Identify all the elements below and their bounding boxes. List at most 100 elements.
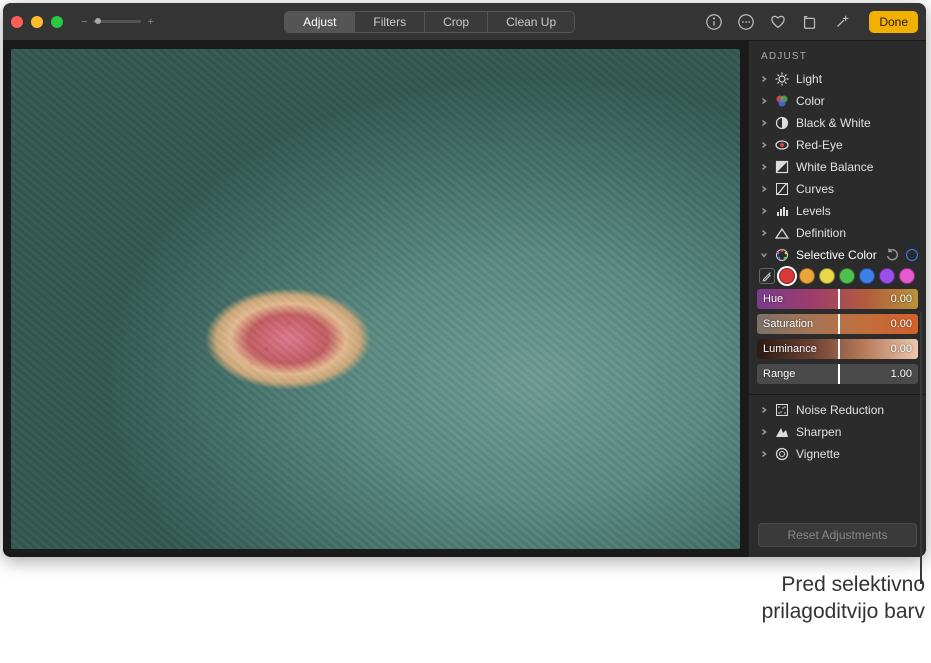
slider-value: 0.00 (891, 318, 912, 330)
adjust-sidebar: ADJUST Light Color Black & White (748, 41, 926, 557)
adj-light[interactable]: Light (749, 68, 926, 90)
range-slider[interactable]: Range 1.00 (757, 364, 918, 384)
zoom-in-icon[interactable]: + (147, 16, 153, 28)
favorite-icon[interactable] (769, 13, 787, 31)
app-window: − + Adjust Filters Crop Clean Up (3, 3, 926, 557)
redeye-icon (775, 138, 789, 152)
adj-black-white[interactable]: Black & White (749, 112, 926, 134)
chevron-right-icon (759, 163, 768, 171)
white-balance-icon (775, 160, 789, 174)
adj-label: Black & White (796, 116, 918, 130)
edit-mode-tabs: Adjust Filters Crop Clean Up (284, 11, 575, 33)
zoom-out-icon[interactable]: − (81, 16, 87, 28)
caption-line: Pred selektivno (762, 572, 925, 599)
swatch-green[interactable] (839, 268, 855, 284)
adj-redeye[interactable]: Red-Eye (749, 134, 926, 156)
adj-selective-color[interactable]: Selective Color (749, 244, 926, 266)
rotate-icon[interactable] (801, 13, 819, 31)
adj-label: White Balance (796, 160, 918, 174)
adj-curves[interactable]: Curves (749, 178, 926, 200)
swatch-yellow[interactable] (819, 268, 835, 284)
adjustment-list: Light Color Black & White Red-Eye (749, 68, 926, 465)
slider-label: Luminance (763, 343, 817, 355)
swatch-magenta[interactable] (899, 268, 915, 284)
slider-value: 1.00 (891, 368, 912, 380)
chevron-right-icon (759, 141, 768, 149)
caption-line: prilagoditvijo barv (762, 599, 925, 626)
sidebar-title: ADJUST (749, 41, 926, 68)
reset-adjustments-button[interactable]: Reset Adjustments (758, 523, 917, 547)
adj-white-balance[interactable]: White Balance (749, 156, 926, 178)
tab-crop[interactable]: Crop (425, 12, 488, 32)
swatch-purple[interactable] (879, 268, 895, 284)
adj-label: Noise Reduction (796, 403, 918, 417)
minimize-window-button[interactable] (31, 16, 43, 28)
zoom-control: − + (81, 16, 154, 28)
black-white-icon (775, 116, 789, 130)
swatch-blue[interactable] (859, 268, 875, 284)
luminance-slider[interactable]: Luminance 0.00 (757, 339, 918, 359)
eyedropper-button[interactable] (759, 268, 775, 284)
adj-noise-reduction[interactable]: Noise Reduction (749, 399, 926, 421)
adj-label: Sharpen (796, 425, 918, 439)
image-canvas[interactable] (3, 41, 748, 557)
selective-color-icon (775, 248, 789, 262)
chevron-right-icon (759, 207, 768, 215)
zoom-slider[interactable] (93, 20, 141, 23)
chevron-right-icon (759, 229, 768, 237)
adj-label: Curves (796, 182, 918, 196)
edited-photo (11, 49, 740, 549)
slider-label: Saturation (763, 318, 813, 330)
slider-value: 0.00 (891, 343, 912, 355)
tab-cleanup[interactable]: Clean Up (488, 12, 574, 32)
tab-filters[interactable]: Filters (355, 12, 425, 32)
tab-adjust[interactable]: Adjust (285, 12, 355, 32)
noise-icon (775, 403, 789, 417)
adj-label: Selective Color (796, 248, 878, 262)
adj-definition[interactable]: Definition (749, 222, 926, 244)
slider-label: Hue (763, 293, 783, 305)
enable-toggle[interactable] (906, 249, 918, 261)
vignette-icon (775, 447, 789, 461)
swatch-orange[interactable] (799, 268, 815, 284)
more-icon[interactable] (737, 13, 755, 31)
hue-slider[interactable]: Hue 0.00 (757, 289, 918, 309)
chevron-right-icon (759, 185, 768, 193)
editor-body: ADJUST Light Color Black & White (3, 41, 926, 557)
selective-color-panel: Hue 0.00 Saturation 0.00 Luminance 0.00 (749, 266, 926, 390)
chevron-right-icon (759, 406, 768, 414)
divider (749, 394, 926, 395)
done-button[interactable]: Done (869, 11, 918, 33)
adj-label: Light (796, 72, 918, 86)
definition-icon (775, 226, 789, 240)
chevron-right-icon (759, 97, 768, 105)
adj-label: Red-Eye (796, 138, 918, 152)
enhance-icon[interactable] (833, 13, 851, 31)
adj-color[interactable]: Color (749, 90, 926, 112)
titlebar: − + Adjust Filters Crop Clean Up (3, 3, 926, 41)
swatch-red[interactable] (779, 268, 795, 284)
light-icon (775, 72, 789, 86)
chevron-down-icon (759, 251, 768, 259)
close-window-button[interactable] (11, 16, 23, 28)
curves-icon (775, 182, 789, 196)
slider-label: Range (763, 368, 795, 380)
fullscreen-window-button[interactable] (51, 16, 63, 28)
adj-label: Definition (796, 226, 918, 240)
chevron-right-icon (759, 119, 768, 127)
adj-levels[interactable]: Levels (749, 200, 926, 222)
callout-line (920, 312, 922, 584)
sharpen-icon (775, 425, 789, 439)
window-controls (11, 16, 63, 28)
undo-icon[interactable] (885, 248, 899, 262)
adj-sharpen[interactable]: Sharpen (749, 421, 926, 443)
adj-label: Vignette (796, 447, 918, 461)
slider-value: 0.00 (891, 293, 912, 305)
saturation-slider[interactable]: Saturation 0.00 (757, 314, 918, 334)
info-icon[interactable] (705, 13, 723, 31)
annotation-caption: Pred selektivno prilagoditvijo barv (762, 572, 925, 626)
toolbar-right: Done (705, 11, 918, 33)
levels-icon (775, 204, 789, 218)
color-swatch-row (757, 268, 918, 284)
adj-vignette[interactable]: Vignette (749, 443, 926, 465)
